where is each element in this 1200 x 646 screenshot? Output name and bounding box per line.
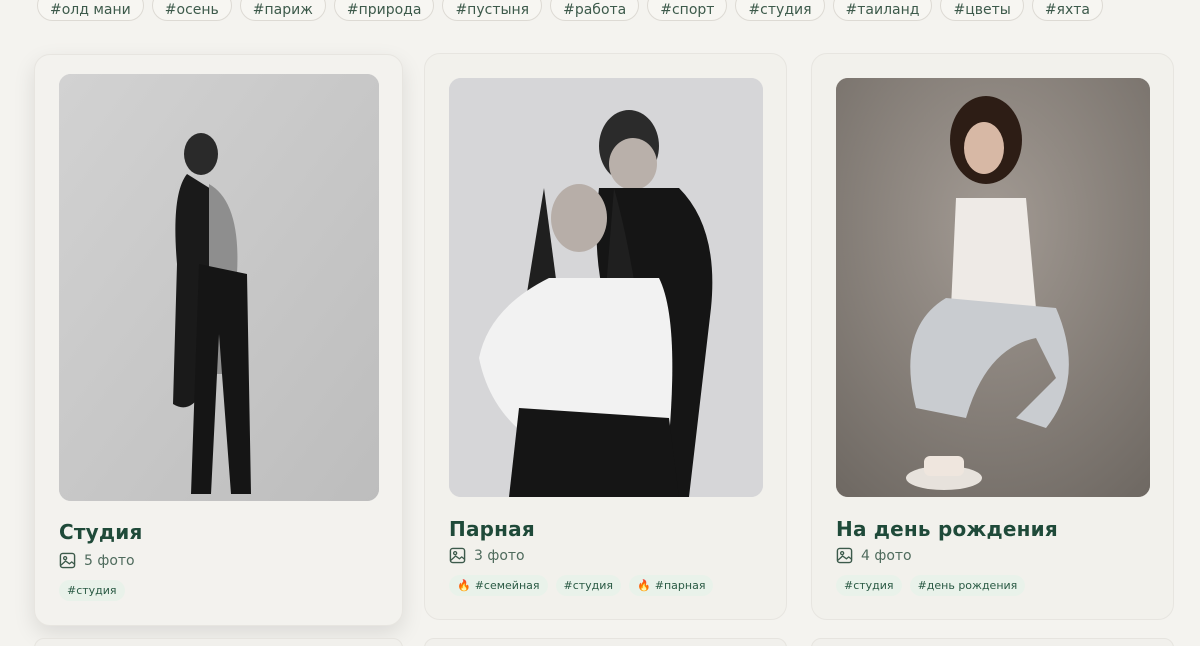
album-title: На день рождения (836, 517, 1058, 541)
album-tags: 🔥 #семейная #студия 🔥 #парная (449, 575, 714, 596)
tag-birthday[interactable]: #день рождения (909, 575, 1026, 596)
cover-photo-placeholder (836, 78, 1150, 497)
tag-studio[interactable]: #студия (555, 575, 622, 596)
cover-photo-placeholder (449, 78, 763, 497)
tag-chip-desert[interactable]: #пустыня (442, 0, 543, 21)
image-icon (449, 547, 466, 564)
album-cover-photo[interactable] (59, 74, 379, 501)
photo-count: 3 фото (449, 547, 525, 564)
album-card-birthday[interactable]: На день рождения 4 фото #студия #день ро… (811, 53, 1174, 620)
album-card-couple[interactable]: Парная 3 фото 🔥 #семейная #студия 🔥 #пар… (424, 53, 787, 620)
album-card-next-row[interactable] (34, 638, 403, 646)
tag-chip-sport[interactable]: #спорт (647, 0, 728, 21)
album-card-next-row[interactable] (811, 638, 1174, 646)
image-icon (836, 547, 853, 564)
fire-icon: 🔥 (457, 579, 471, 592)
album-cover-photo[interactable] (449, 78, 763, 497)
tag-chip-nature[interactable]: #природа (333, 0, 435, 21)
photo-count: 5 фото (59, 552, 135, 569)
tag-filter-bar: #олд мани #осень #париж #природа #пустын… (37, 0, 1103, 21)
tag-chip-work[interactable]: #работа (550, 0, 640, 21)
tag-chip-autumn[interactable]: #осень (151, 0, 232, 21)
tag-chip-paris[interactable]: #париж (239, 0, 326, 21)
fire-icon: 🔥 (637, 579, 651, 592)
tag-studio[interactable]: #студия (836, 575, 902, 596)
tag-family[interactable]: 🔥 #семейная (449, 575, 548, 596)
tag-chip-thailand[interactable]: #таиланд (832, 0, 933, 21)
album-title: Парная (449, 517, 535, 541)
tag-chip-yacht[interactable]: #яхта (1031, 0, 1103, 21)
album-cover-photo[interactable] (836, 78, 1150, 497)
album-card-next-row[interactable] (424, 638, 787, 646)
album-title: Студия (59, 520, 143, 544)
tag-chip-flowers[interactable]: #цветы (940, 0, 1024, 21)
album-tags: #студия (59, 580, 125, 601)
tag-chip-studio[interactable]: #студия (735, 0, 825, 21)
album-tags: #студия #день рождения (836, 575, 1026, 596)
cover-photo-placeholder (59, 74, 379, 501)
image-icon (59, 552, 76, 569)
tag-studio[interactable]: #студия (59, 580, 125, 601)
photo-count: 4 фото (836, 547, 912, 564)
tag-chip-old-money[interactable]: #олд мани (37, 0, 144, 21)
tag-couple[interactable]: 🔥 #парная (629, 575, 714, 596)
album-card-studio[interactable]: Студия 5 фото #студия (34, 54, 403, 626)
